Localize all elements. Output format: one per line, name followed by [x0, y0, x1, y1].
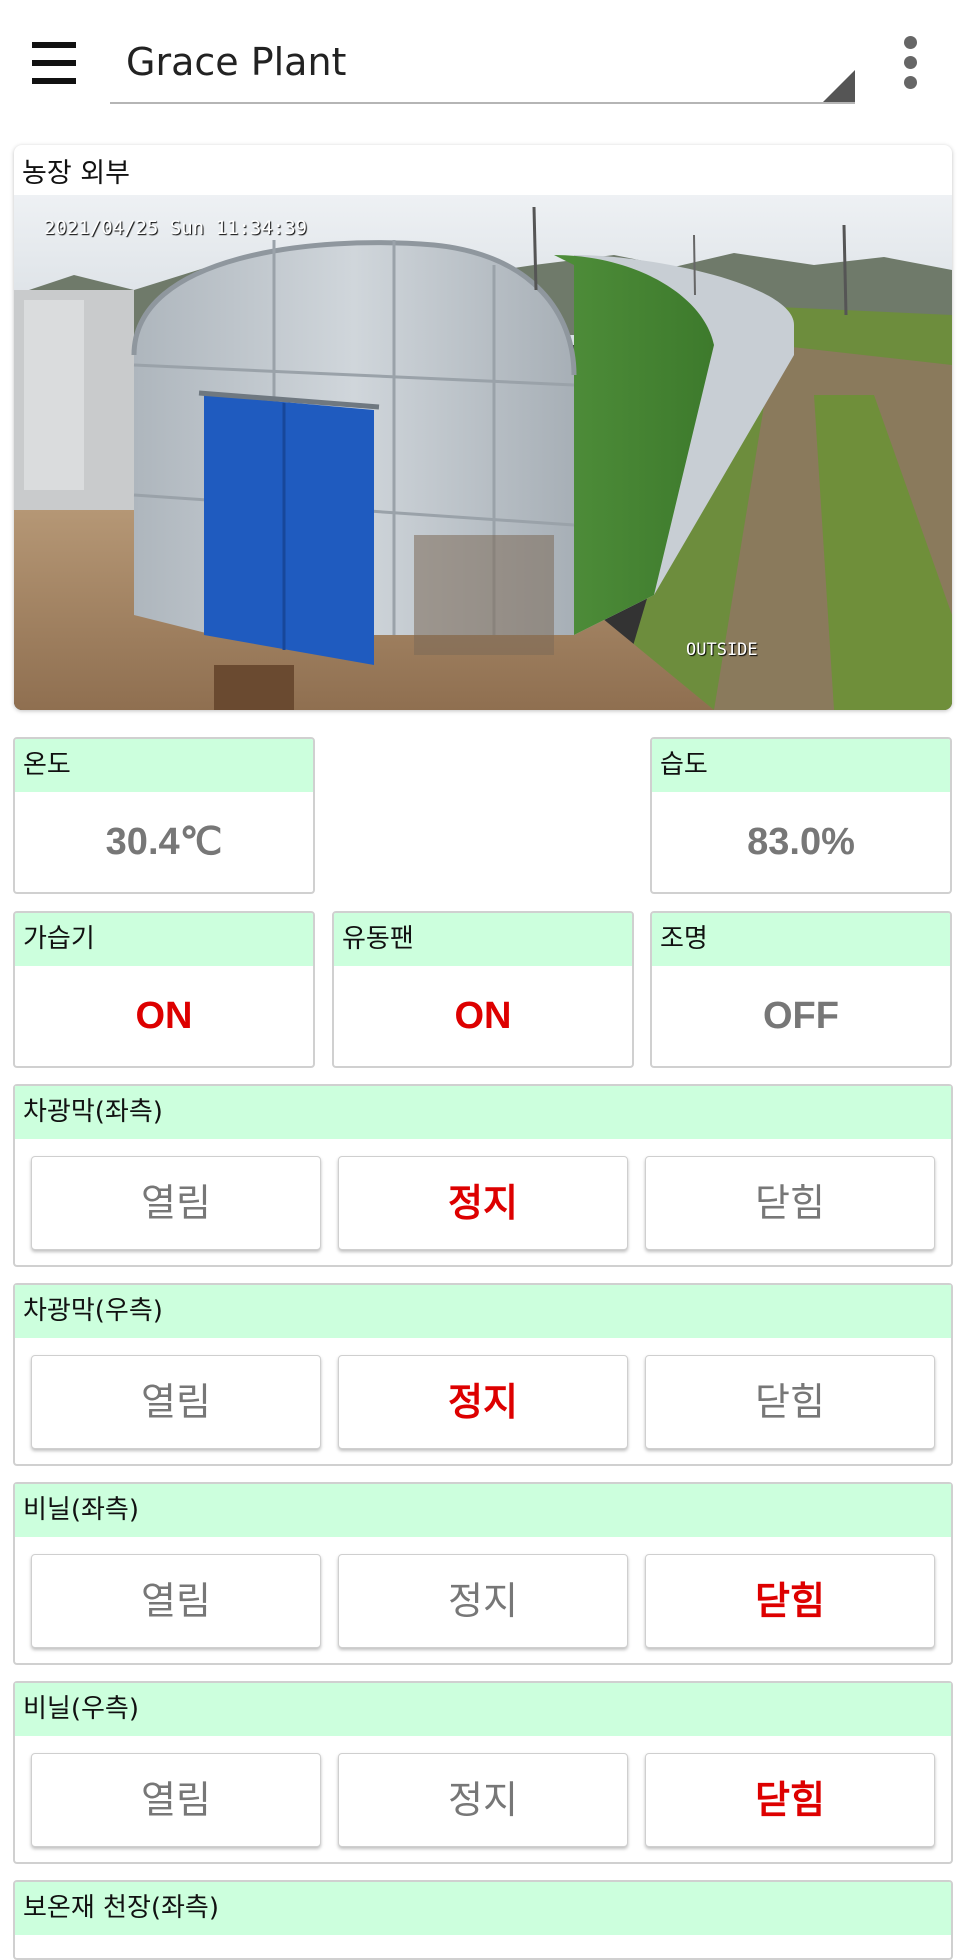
camera-card: 농장 외부 2021/04/25 Sun 11:34:39 OUTSIDE — [14, 145, 952, 710]
stop-button[interactable]: 정지 — [338, 1554, 628, 1648]
camera-location-label: OUTSIDE — [686, 640, 758, 660]
vinyl-left-panel: 비닐(좌측) 열림 정지 닫힘 — [13, 1482, 953, 1665]
stop-button[interactable]: 정지 — [338, 1753, 628, 1847]
menu-dot — [904, 56, 917, 69]
humidity-card: 습도 83.0% — [650, 737, 952, 894]
close-button[interactable]: 닫힘 — [645, 1156, 935, 1250]
humidifier-status: ON — [135, 995, 193, 1037]
lighting-label: 조명 — [652, 913, 950, 966]
circulation-fan-label: 유동팬 — [334, 913, 632, 966]
dropdown-arrow-icon — [823, 70, 855, 102]
menu-bar — [32, 78, 76, 84]
temperature-label: 온도 — [15, 739, 313, 792]
temperature-value: 30.4℃ — [105, 821, 223, 863]
open-button[interactable]: 열림 — [31, 1355, 321, 1449]
hamburger-menu-icon[interactable] — [28, 34, 84, 90]
stop-button[interactable]: 정지 — [338, 1156, 628, 1250]
menu-bar — [32, 60, 76, 66]
circulation-fan-status: ON — [454, 995, 512, 1037]
panel-title: 보온재 천장(좌측) — [15, 1882, 951, 1935]
panel-title: 차광막(우측) — [15, 1285, 951, 1338]
vinyl-right-panel: 비닐(우측) 열림 정지 닫힘 — [13, 1681, 953, 1864]
camera-timestamp: 2021/04/25 Sun 11:34:39 — [44, 217, 308, 239]
app-bar: Grace Plant — [0, 0, 966, 130]
panel-title: 차광막(좌측) — [15, 1086, 951, 1139]
circulation-fan-card[interactable]: 유동팬 ON — [332, 911, 634, 1068]
greenhouse-image — [14, 195, 952, 710]
open-button[interactable]: 열림 — [31, 1753, 321, 1847]
close-button[interactable]: 닫힘 — [645, 1355, 935, 1449]
panel-title: 비닐(좌측) — [15, 1484, 951, 1537]
plant-select-value: Grace Plant — [126, 40, 347, 84]
close-button[interactable]: 닫힘 — [645, 1753, 935, 1847]
panel-title: 비닐(우측) — [15, 1683, 951, 1736]
plant-select-dropdown[interactable]: Grace Plant — [110, 30, 855, 104]
humidifier-card[interactable]: 가습기 ON — [13, 911, 315, 1068]
menu-dot — [904, 76, 917, 89]
close-button[interactable]: 닫힘 — [645, 1554, 935, 1648]
humidifier-label: 가습기 — [15, 913, 313, 966]
camera-feed[interactable]: 2021/04/25 Sun 11:34:39 OUTSIDE — [14, 195, 952, 710]
lighting-status: OFF — [763, 995, 839, 1037]
lighting-card[interactable]: 조명 OFF — [650, 911, 952, 1068]
insulation-ceiling-left-panel: 보온재 천장(좌측) — [13, 1880, 953, 1960]
open-button[interactable]: 열림 — [31, 1554, 321, 1648]
humidity-value: 83.0% — [747, 821, 855, 863]
more-vert-icon[interactable] — [890, 36, 930, 92]
shade-right-panel: 차광막(우측) 열림 정지 닫힘 — [13, 1283, 953, 1466]
humidity-label: 습도 — [652, 739, 950, 792]
menu-bar — [32, 42, 76, 48]
stop-button[interactable]: 정지 — [338, 1355, 628, 1449]
camera-title: 농장 외부 — [22, 158, 130, 189]
open-button[interactable]: 열림 — [31, 1156, 321, 1250]
menu-dot — [904, 36, 917, 49]
temperature-card: 온도 30.4℃ — [13, 737, 315, 894]
shade-left-panel: 차광막(좌측) 열림 정지 닫힘 — [13, 1084, 953, 1267]
